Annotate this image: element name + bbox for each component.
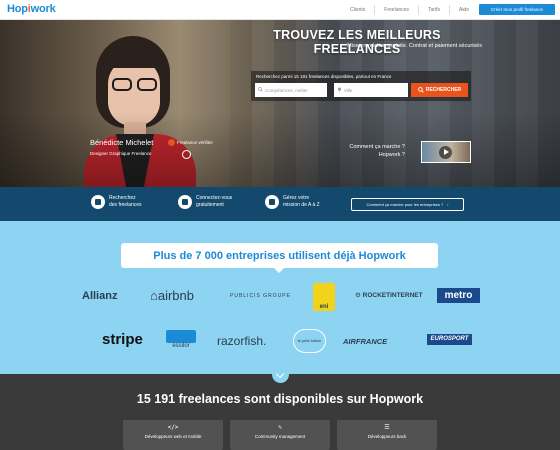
clients-banner: Plus de 7 000 entreprises utilisent déjà… bbox=[121, 243, 438, 273]
logo-eni: eni bbox=[313, 283, 335, 311]
code-icon: </> bbox=[167, 424, 179, 431]
search-button[interactable]: RECHERCHER bbox=[411, 83, 468, 97]
location-pin-icon bbox=[338, 87, 341, 92]
nav-links: Clients Freelances Tarifs Aide bbox=[341, 0, 478, 20]
logo-eurosport: EUROSPORT bbox=[427, 334, 472, 345]
hopwork-logo[interactable]: Hopiwork bbox=[7, 3, 56, 15]
logo-le-petit-ballon: le petit ballon bbox=[293, 329, 326, 353]
connect-icon bbox=[178, 195, 192, 209]
logo-essilor: essilor bbox=[166, 330, 196, 352]
search-label: Recherchez parmi 15 191 freelances dispo… bbox=[256, 74, 392, 79]
category-community-management[interactable]: ✎ Community management bbox=[230, 420, 330, 450]
freelancer-job: Designer Graphique Freelance bbox=[90, 151, 152, 156]
nav-link-clients[interactable]: Clients bbox=[341, 5, 376, 15]
feature-search: Recherchez des freelances bbox=[91, 195, 142, 209]
freelancer-name[interactable]: Bénédicte Michelet bbox=[90, 138, 153, 147]
hero-subtitle: Mise en relation gratuite. Contrat et pa… bbox=[347, 43, 482, 49]
features-bar: Recherchez des freelances Connectez-vous g… bbox=[0, 187, 560, 221]
how-it-works-button[interactable]: Comment ça marche pour les entreprises ?… bbox=[351, 198, 464, 211]
logo-allianz: Allianz bbox=[82, 290, 118, 302]
city-input[interactable]: Ville bbox=[334, 83, 408, 97]
feature-manage: Gérez votre mission de A à Z bbox=[265, 195, 320, 209]
nav-link-tarifs[interactable]: Tarifs bbox=[419, 5, 450, 15]
logo-air-france: AIRFRANCE bbox=[343, 337, 388, 346]
rocket-icon: ⚙ bbox=[355, 292, 363, 299]
top-navigation: Hopiwork Clients Freelances Tarifs Aide … bbox=[0, 0, 560, 20]
logo-publicis: PUBLICIS GROUPE bbox=[230, 293, 291, 299]
server-icon: ☰ bbox=[384, 424, 390, 431]
logo-airbnb: ⌂airbnb bbox=[150, 288, 194, 303]
chevron-right-icon: › bbox=[447, 202, 449, 207]
logo-metro: metro bbox=[437, 288, 480, 303]
manage-mission-icon bbox=[265, 195, 279, 209]
verified-icon bbox=[168, 139, 175, 146]
logo-rocket-internet: ⚙ ROCKETINTERNET bbox=[355, 292, 423, 299]
hero-title: TROUVEZ LES MEILLEURS FREELANCES bbox=[273, 28, 441, 56]
nav-link-aide[interactable]: Aide bbox=[450, 5, 478, 15]
logo-razorfish: razorfish. bbox=[217, 334, 267, 348]
create-profile-button[interactable]: Créer mon profil freelance bbox=[479, 4, 555, 15]
skill-search-input[interactable]: Compétences, métier bbox=[255, 83, 327, 97]
nav-link-freelances[interactable]: Freelances bbox=[375, 5, 420, 15]
play-circle-icon[interactable] bbox=[182, 150, 191, 159]
search-freelances-icon bbox=[91, 195, 105, 209]
search-icon bbox=[418, 87, 424, 93]
pen-icon: ✎ bbox=[278, 424, 282, 431]
search-icon bbox=[258, 87, 263, 92]
category-back-end[interactable]: ☰ Développeurs back bbox=[337, 420, 437, 450]
airbnb-icon: ⌂ bbox=[150, 288, 158, 303]
freelances-count-headline: 15 191 freelances sont disponibles sur H… bbox=[136, 392, 424, 406]
verified-badge: Freelance vérifiée bbox=[168, 139, 213, 146]
essilor-eye-icon bbox=[166, 330, 196, 343]
logo-stripe: stripe bbox=[102, 331, 143, 348]
feature-connect: Connectez-vous gratuitement bbox=[178, 195, 232, 209]
scroll-down-icon[interactable] bbox=[272, 366, 289, 383]
play-icon[interactable] bbox=[439, 146, 452, 159]
video-caption[interactable]: Comment ça marche ? Hopwork ? bbox=[330, 143, 405, 159]
category-web-mobile[interactable]: </> Développeurs web et mobile bbox=[123, 420, 223, 450]
video-thumbnail[interactable] bbox=[421, 141, 471, 163]
